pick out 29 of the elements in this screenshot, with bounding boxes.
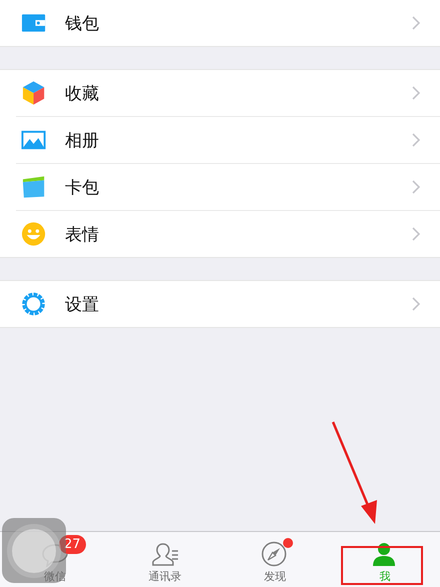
menu-item-label: 钱包 (65, 12, 100, 34)
assistive-touch-button[interactable] (2, 518, 66, 583)
tab[interactable]: 通讯录 (110, 532, 220, 587)
menu-item[interactable]: 设置 (0, 281, 440, 327)
menu-item-label: 相册 (65, 130, 100, 152)
tab-label: 发现 (264, 569, 286, 584)
menu-item-label: 表情 (65, 224, 100, 246)
menu-item[interactable]: 收藏 (0, 70, 440, 116)
menu-item[interactable]: 相册 (16, 116, 440, 163)
compass-icon (261, 541, 289, 567)
chevron-icon (412, 297, 420, 311)
menu-item-label: 收藏 (65, 82, 100, 104)
contacts-icon (151, 541, 179, 567)
menu-item[interactable]: 钱包 (0, 0, 440, 46)
settings-icon (21, 291, 48, 317)
menu-item[interactable]: 表情 (16, 210, 440, 257)
chevron-icon (412, 180, 420, 194)
tab-label: 我 (380, 569, 390, 584)
tab[interactable]: 发现 (220, 532, 330, 587)
chevron-icon (412, 133, 420, 147)
chevron-icon (412, 86, 420, 100)
menu-item-label: 设置 (65, 294, 100, 316)
tab-label: 通讯录 (148, 569, 182, 584)
chevron-icon (412, 16, 420, 30)
unread-count: 27 (59, 535, 86, 554)
menu-item-label: 卡包 (65, 176, 100, 198)
smiley-icon (21, 221, 48, 247)
chevron-icon (412, 227, 420, 241)
menu-item[interactable]: 卡包 (16, 163, 440, 210)
